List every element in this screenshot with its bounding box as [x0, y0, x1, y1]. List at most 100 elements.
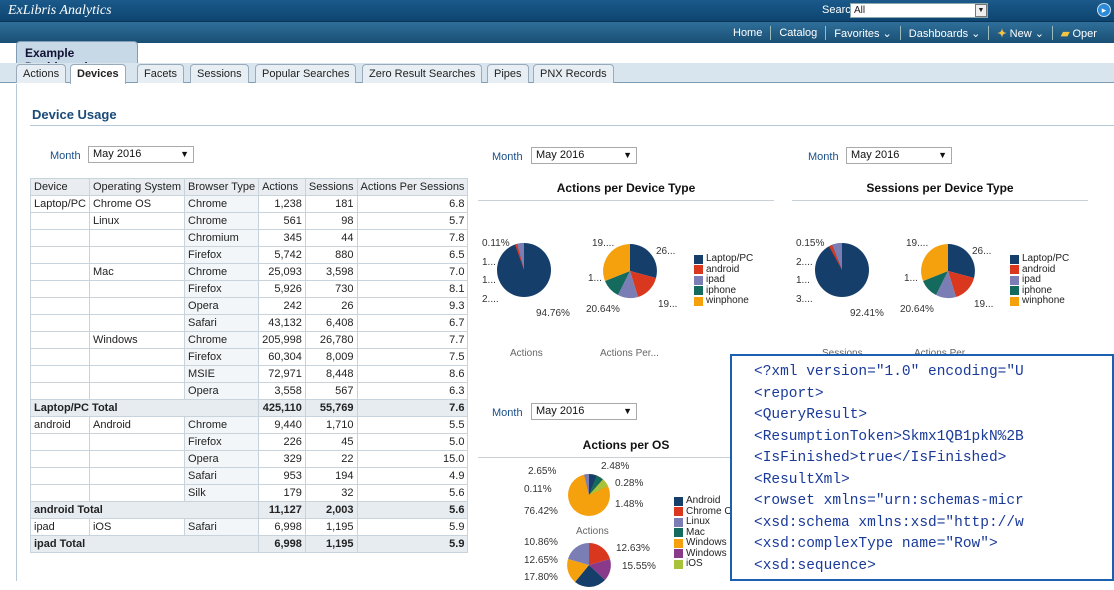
table-cell: Android [88, 416, 186, 434]
legend-swatch [674, 538, 683, 548]
column-header[interactable]: Operating System [88, 178, 186, 196]
table-row: Windows Chrome 205,998 26,780 7.7 [30, 331, 469, 349]
pie-actions-per-session-os [567, 543, 611, 587]
tab-pnx-records[interactable]: PNX Records [533, 64, 614, 83]
pie-label: 1... [588, 273, 602, 284]
nav-catalog-link[interactable]: Catalog [771, 27, 825, 39]
new-icon: ✦ [997, 27, 1007, 40]
pie-label: 17.80% [524, 572, 558, 583]
xml-line: <ResultXml> [754, 471, 850, 488]
table-cell: android [30, 416, 90, 434]
chevron-down-icon[interactable]: ▼ [975, 4, 987, 17]
tab-sessions[interactable]: Sessions [190, 64, 249, 83]
table-cell: 9,440 [258, 416, 306, 434]
chevron-down-icon: ▼ [623, 406, 632, 416]
table-cell: 98 [304, 212, 358, 230]
tab-actions[interactable]: Actions [16, 64, 67, 83]
chevron-down-icon: ▼ [180, 149, 189, 159]
pie-label: 19... [974, 299, 994, 310]
total-label: ipad Total [29, 535, 260, 553]
nav-dashboards-menu[interactable]: Dashboards ⌄ [901, 27, 989, 40]
table-cell: ipad [30, 518, 90, 536]
table-row: Firefox 5,926 730 8.1 [30, 280, 469, 298]
legend-label: Laptop/PC [706, 253, 754, 264]
table-row: Laptop/PC Chrome OS Chrome 1,238 181 6.8 [30, 195, 469, 213]
table-cell: 26,780 [304, 331, 358, 349]
table-cell: 567 [304, 382, 358, 400]
column-header[interactable]: Browser Type [184, 178, 260, 196]
pie-label: 1... [796, 275, 810, 286]
table-cell [30, 263, 90, 281]
total-label: Laptop/PC Total [29, 399, 260, 417]
table-cell [30, 484, 90, 502]
table-cell [88, 450, 186, 468]
column-header[interactable]: Actions Per Sessions [356, 178, 469, 196]
chart-title-divider [792, 200, 1088, 201]
search-scope-select[interactable]: All [850, 3, 988, 18]
table-cell: 425,110 [258, 399, 306, 417]
legend-item: Linux [674, 516, 732, 528]
table-cell: Firefox [184, 433, 260, 451]
month-select-value: May 2016 [536, 405, 585, 417]
search-go-button[interactable]: ▸ [1097, 3, 1111, 17]
legend-swatch [694, 286, 703, 296]
legend-item: Android [674, 495, 732, 507]
table-cell: 953 [258, 467, 306, 485]
table-row: Opera 3,558 567 6.3 [30, 382, 469, 400]
month-select-table[interactable]: May 2016 ▼ [88, 146, 194, 163]
nav-favorites-menu[interactable]: Favorites ⌄ [826, 27, 900, 40]
tab-zero-result-searches[interactable]: Zero Result Searches [362, 64, 483, 83]
nav-home-link[interactable]: Home [725, 27, 770, 39]
tab-popular-searches[interactable]: Popular Searches [255, 64, 357, 83]
month-select-chart3[interactable]: May 2016 ▼ [531, 403, 637, 420]
legend-item: Laptop/PC [694, 253, 754, 265]
table-cell: 26 [304, 297, 358, 315]
legend-label: ipad [706, 274, 725, 285]
table-cell: 43,132 [258, 314, 306, 332]
column-header[interactable]: Sessions [304, 178, 358, 196]
pie-label: 2.48% [601, 461, 630, 472]
table-cell: Chrome [184, 263, 260, 281]
table-cell [30, 314, 90, 332]
tab-facets[interactable]: Facets [137, 64, 185, 83]
pie-label: 19.... [592, 238, 615, 249]
table-cell: Silk [184, 484, 260, 502]
pie-label: 1.48% [615, 499, 644, 510]
xml-output-panel[interactable]: <?xml version="1.0" encoding="U <report> <… [730, 354, 1114, 581]
chevron-down-icon: ▼ [623, 150, 632, 160]
table-cell: 179 [258, 484, 306, 502]
legend-item: ipad [694, 274, 753, 286]
table-cell: Chrome [184, 331, 260, 349]
dashboard-title-tab[interactable]: Example Dashboard [16, 41, 138, 74]
table-cell: 205,998 [258, 331, 306, 349]
legend-swatch [1010, 286, 1019, 296]
tab-pipes[interactable]: Pipes [487, 64, 529, 83]
legend-swatch [674, 507, 683, 517]
pie-label: 2.... [482, 294, 499, 305]
table-cell: 5,742 [258, 246, 306, 264]
legend-label: winphone [1022, 295, 1065, 306]
month-select-chart1[interactable]: May 2016 ▼ [531, 147, 637, 164]
legend-swatch [694, 275, 703, 285]
column-header[interactable]: Actions [258, 178, 306, 196]
table-cell: Opera [184, 382, 260, 400]
table-cell: 5.9 [356, 535, 469, 553]
table-row: Safari 953 194 4.9 [30, 467, 469, 485]
tab-devices[interactable]: Devices [70, 64, 126, 84]
pie-label: 0.28% [615, 478, 644, 489]
table-row: Firefox 226 45 5.0 [30, 433, 469, 451]
table-cell: 8,448 [304, 365, 358, 383]
legend-label: iOS [686, 558, 703, 569]
nav-open-menu[interactable]: ▰ Oper [1053, 27, 1105, 40]
table-cell: 4.9 [356, 467, 469, 485]
column-header[interactable]: Device [30, 178, 90, 196]
table-cell: Linux [88, 212, 186, 230]
month-select-chart2[interactable]: May 2016 ▼ [846, 147, 952, 164]
table-cell [30, 365, 90, 383]
table-cell [88, 467, 186, 485]
pie-actions-per-session-2 [921, 244, 975, 299]
nav-new-menu[interactable]: ✦ New ⌄ [989, 27, 1052, 40]
pie-label: 0.11% [524, 484, 552, 495]
pie-label: 1... [482, 257, 496, 268]
nav-open-label: Oper [1072, 27, 1097, 40]
